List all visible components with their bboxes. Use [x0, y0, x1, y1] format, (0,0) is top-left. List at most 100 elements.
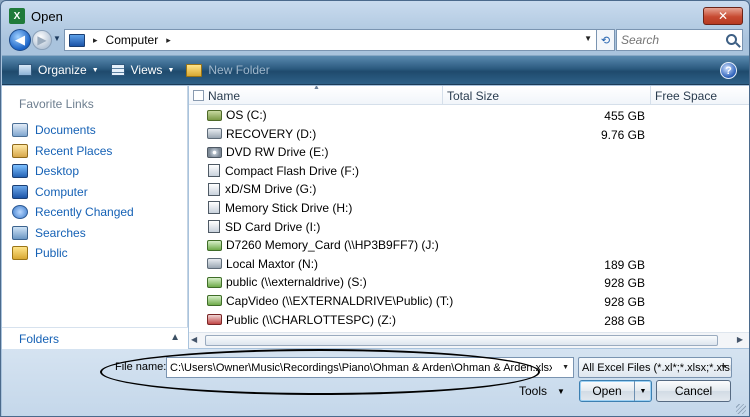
file-name-label: File name: — [115, 361, 167, 373]
views-menu[interactable]: Views ▼ — [105, 56, 181, 84]
network-drive-icon — [207, 276, 222, 288]
new-folder-label: New Folder — [208, 63, 270, 77]
cancel-button[interactable]: Cancel — [656, 380, 731, 402]
recently-changed-icon — [12, 205, 28, 220]
file-type-select[interactable]: All Excel Files (*.xl*;*.xlsx;*.xlsı ▼ — [578, 357, 732, 378]
file-list: Name ▲ Total Size Free Space OS (C:) 455… — [189, 86, 749, 348]
folders-label: Folders — [19, 331, 60, 346]
card-reader-icon — [208, 201, 220, 215]
table-row[interactable]: Memory Stick Drive (H:) — [189, 199, 749, 218]
folders-toggle[interactable]: Folders ▲ — [2, 327, 188, 349]
nav-item-recently-changed[interactable]: Recently Changed — [12, 202, 134, 223]
horizontal-scrollbar[interactable]: ◀ ▶ — [189, 332, 749, 348]
table-row[interactable]: SD Card Drive (I:) — [189, 218, 749, 237]
drive-name: D7260 Memory_Card (\\HP3B9FF7) (J:) — [226, 238, 439, 253]
public-folder-icon — [12, 246, 28, 261]
card-reader-icon — [208, 164, 220, 178]
organize-menu[interactable]: Organize ▼ — [12, 56, 105, 84]
column-header-total-size[interactable]: Total Size — [443, 86, 651, 105]
nav-item-label: Public — [35, 246, 68, 261]
chevron-up-icon: ▲ — [170, 332, 180, 343]
views-icon — [110, 64, 125, 76]
table-row[interactable]: RECOVERY (D:) 9.76 GB — [189, 125, 749, 144]
history-dropdown-icon[interactable]: ▼ — [53, 34, 61, 43]
table-row[interactable]: public (\\externaldrive) (S:) 928 GB — [189, 273, 749, 292]
new-folder-button[interactable]: New Folder — [180, 56, 275, 84]
file-name-combobox[interactable]: ▼ — [166, 357, 574, 378]
drive-total-size: 189 GB — [604, 257, 645, 272]
table-row[interactable]: CapVideo (\\EXTERNALDRIVE\Public) (T:) 9… — [189, 292, 749, 311]
search-input[interactable] — [617, 30, 717, 50]
dvd-drive-icon — [207, 146, 222, 158]
open-label: Open — [592, 384, 622, 398]
address-bar[interactable]: ▸ Computer ▸ ▼ — [64, 29, 597, 51]
breadcrumb-separator[interactable]: ▸ — [166, 35, 171, 46]
open-button[interactable]: Open ▼ — [579, 380, 652, 402]
scroll-left-icon[interactable]: ◀ — [191, 335, 197, 344]
open-dropdown-icon[interactable]: ▼ — [634, 381, 651, 401]
column-header-free-space[interactable]: Free Space — [651, 86, 749, 105]
forward-button[interactable]: ▶ — [32, 30, 52, 50]
organize-icon — [18, 64, 32, 76]
table-row[interactable]: D7260 Memory_Card (\\HP3B9FF7) (J:) — [189, 236, 749, 255]
file-name-input[interactable] — [167, 358, 552, 377]
nav-item-searches[interactable]: Searches — [12, 223, 134, 244]
back-button[interactable]: ◀ — [9, 29, 31, 51]
scroll-right-icon[interactable]: ▶ — [737, 335, 743, 344]
drive-name: Public (\\CHARLOTTESPC) (Z:) — [226, 312, 397, 327]
nav-item-label: Documents — [35, 123, 96, 138]
card-reader-icon — [208, 220, 220, 234]
refresh-button[interactable]: ⟲ — [597, 29, 615, 51]
favorite-links-list: Documents Recent Places Desktop Computer… — [12, 120, 134, 264]
address-row: ◀ ▶ ▼ ▸ Computer ▸ ▼ ⟲ — [1, 28, 749, 54]
views-label: Views — [130, 63, 163, 77]
nav-item-documents[interactable]: Documents — [12, 120, 134, 141]
select-all-checkbox[interactable] — [193, 90, 204, 101]
drive-total-size: 455 GB — [604, 109, 645, 123]
breadcrumb-computer[interactable]: Computer — [106, 33, 159, 47]
tools-label: Tools — [519, 384, 548, 398]
help-icon[interactable]: ? — [720, 62, 737, 79]
table-row[interactable]: Local Maxtor (N:) 189 GB — [189, 255, 749, 274]
table-row[interactable]: xD/SM Drive (G:) — [189, 180, 749, 199]
drive-name: public (\\externaldrive) (S:) — [226, 275, 367, 290]
close-button[interactable]: ✕ — [703, 7, 743, 25]
drive-total-size: 9.76 GB — [600, 127, 645, 142]
drive-name: Compact Flash Drive (F:) — [225, 163, 360, 178]
column-header-name[interactable]: Name ▲ — [189, 86, 443, 105]
views-dropdown-icon: ▼ — [167, 66, 175, 74]
nav-item-computer[interactable]: Computer — [12, 182, 134, 203]
drive-name: Local Maxtor (N:) — [226, 256, 319, 271]
open-dialog: X Open ✕ ◀ ▶ ▼ ▸ Computer ▸ ▼ ⟲ Organize… — [0, 0, 750, 417]
searches-icon — [12, 225, 28, 240]
nav-item-desktop[interactable]: Desktop — [12, 161, 134, 182]
nav-item-public[interactable]: Public — [12, 243, 134, 264]
table-row[interactable]: OS (C:) 455 GB — [189, 106, 749, 125]
nav-item-recent-places[interactable]: Recent Places — [12, 141, 134, 162]
address-dropdown-icon[interactable]: ▼ — [584, 34, 592, 43]
window-title: Open — [31, 8, 63, 24]
drive-name: OS (C:) — [226, 108, 267, 122]
drive-total-size: 928 GB — [604, 294, 645, 309]
favorite-links-heading: Favorite Links — [19, 97, 94, 111]
organize-dropdown-icon: ▼ — [91, 66, 99, 74]
file-name-dropdown-icon[interactable]: ▼ — [562, 364, 569, 371]
table-row[interactable]: Public (\\CHARLOTTESPC) (Z:) 288 GB — [189, 311, 749, 330]
tools-menu[interactable]: Tools ▼ — [519, 384, 565, 398]
title-bar: X Open ✕ — [1, 1, 749, 31]
search-icon[interactable] — [726, 34, 737, 45]
drive-name: SD Card Drive (I:) — [225, 219, 321, 234]
drive-total-size: 288 GB — [604, 313, 645, 328]
table-row[interactable]: Compact Flash Drive (F:) — [189, 162, 749, 181]
resize-grip[interactable] — [736, 404, 746, 414]
tools-dropdown-icon: ▼ — [557, 386, 565, 396]
table-row[interactable]: DVD RW Drive (E:) — [189, 143, 749, 162]
hard-drive-icon — [207, 128, 222, 140]
search-box[interactable] — [616, 29, 743, 51]
column-header-label: Free Space — [655, 88, 718, 103]
breadcrumb-separator[interactable]: ▸ — [93, 35, 98, 46]
drive-total-size: 928 GB — [604, 276, 645, 291]
nav-item-label: Recently Changed — [35, 205, 134, 220]
column-header-label: Name — [208, 88, 241, 103]
scrollbar-thumb[interactable] — [205, 335, 718, 346]
